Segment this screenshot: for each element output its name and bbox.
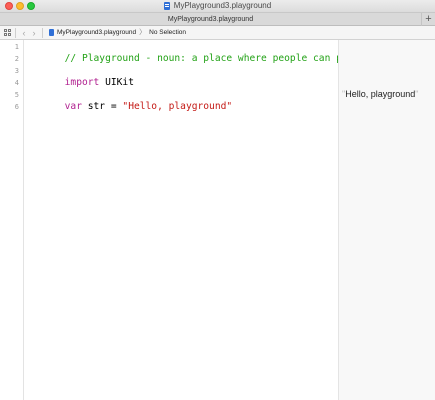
title-bar: MyPlayground3.playground	[0, 0, 435, 12]
tab-label: MyPlayground3.playground	[167, 16, 254, 23]
grid-icon[interactable]	[4, 28, 12, 37]
line-number: 3	[14, 67, 19, 75]
code-keyword: import	[64, 77, 100, 88]
code-text: UIKit	[99, 77, 134, 88]
code-line-3[interactable]: import UIKit	[30, 65, 134, 88]
code-text: str =	[81, 101, 123, 112]
tab-playground[interactable]: MyPlayground3.playground	[0, 13, 421, 26]
line-number: 4	[14, 79, 19, 87]
window-title: MyPlayground3.playground	[173, 1, 272, 10]
add-tab-button[interactable]: +	[421, 13, 435, 26]
window-title-group: MyPlayground3.playground	[0, 0, 435, 12]
playground-file-icon	[163, 2, 170, 10]
line-number-gutter: 1 2 3 4 5 6	[0, 40, 24, 400]
code-string: "Hello, playground"	[122, 101, 233, 112]
jumpbar-divider	[15, 27, 16, 38]
playground-file-icon	[49, 29, 54, 36]
playground-window: MyPlayground3.playground MyPlayground3.p…	[0, 0, 435, 400]
line-number: 1	[14, 43, 19, 51]
line-number: 5	[14, 91, 19, 99]
result-quote: "	[415, 89, 419, 99]
source-editor[interactable]: 1 2 3 4 5 6 // Playground - noun: a plac…	[0, 40, 359, 400]
breadcrumb-file[interactable]: MyPlayground3.playground	[57, 26, 136, 40]
jump-bar: ‹ › MyPlayground3.playground 〉 No Select…	[0, 26, 435, 40]
back-arrow-icon[interactable]: ‹	[19, 26, 29, 40]
code-line-5[interactable]: var str = "Hello, playground"	[30, 89, 233, 112]
result-text: Hello, playground	[345, 89, 416, 99]
jumpbar-divider	[42, 27, 43, 38]
result-value[interactable]: "Hello, playground"	[342, 88, 418, 100]
forward-arrow-icon[interactable]: ›	[29, 26, 39, 40]
code-line-1[interactable]: // Playground - noun: a place where peop…	[30, 41, 360, 64]
breadcrumb-selection[interactable]: No Selection	[149, 26, 186, 40]
tab-bar: MyPlayground3.playground +	[0, 12, 435, 26]
code-keyword: var	[64, 101, 82, 112]
line-number: 6	[14, 103, 19, 111]
results-sidebar: "Hello, playground"	[338, 40, 435, 400]
breadcrumb-chevron-icon: 〉	[139, 28, 147, 36]
line-number: 2	[14, 55, 19, 63]
code-comment: // Playground - noun: a place where peop…	[64, 53, 360, 64]
